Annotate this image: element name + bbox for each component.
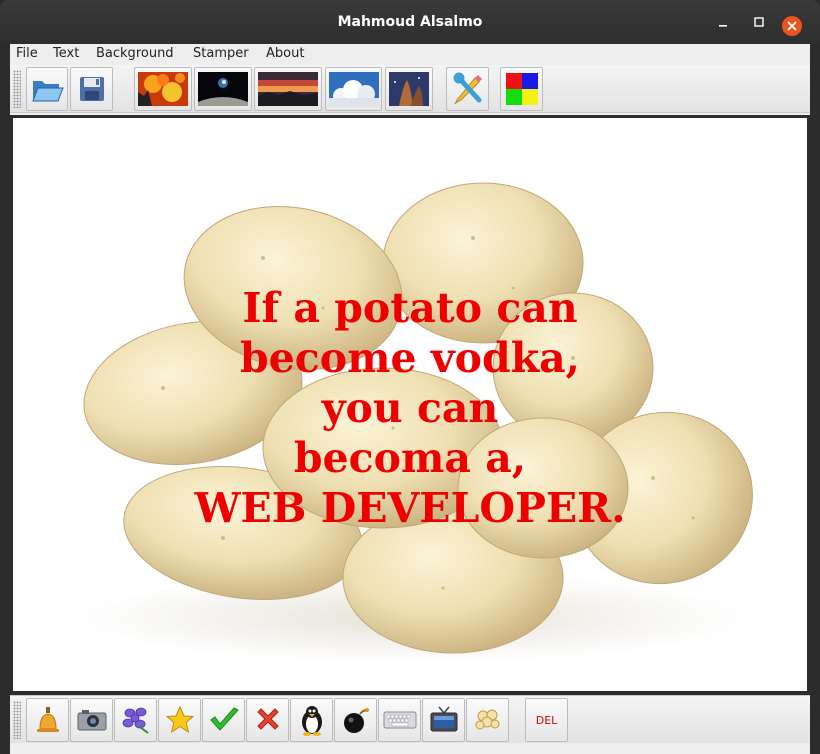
quote-line-1: If a potato can (242, 284, 578, 332)
save-button[interactable] (70, 67, 113, 111)
stamp-penguin-button[interactable] (290, 698, 333, 742)
color-palette-button[interactable] (500, 67, 543, 111)
title-bar[interactable]: Mahmoud Alsalmo (0, 0, 820, 44)
bomb-icon (343, 708, 369, 733)
stamp-tv-button[interactable] (422, 698, 465, 742)
window-title: Mahmoud Alsalmo (337, 14, 483, 30)
app-content: File Text Background Stamper About If a … (10, 44, 810, 754)
background-earthrise-button[interactable] (194, 67, 252, 111)
star-icon (165, 705, 194, 734)
stamp-star-button[interactable] (158, 698, 201, 742)
toolbar-grip[interactable] (13, 70, 21, 108)
background-fire-button[interactable] (134, 67, 192, 111)
quote-line-4: becoma a, (293, 434, 527, 482)
camera-icon (77, 710, 106, 731)
tv-icon (430, 706, 457, 732)
close-button[interactable] (782, 16, 802, 36)
edit-tools-icon (453, 72, 482, 105)
background-nebula-button[interactable] (385, 67, 433, 111)
maximize-button[interactable] (750, 13, 768, 31)
quote-line-2: become vodka, (240, 334, 580, 382)
checkmark-icon (209, 707, 239, 731)
background-sunset-button[interactable] (254, 67, 322, 111)
penguin-icon (301, 706, 322, 736)
menu-text[interactable]: Text (53, 46, 79, 61)
canvas-quote-text[interactable]: If a potato can become vodka, you can be… (13, 283, 807, 533)
open-button[interactable] (26, 67, 68, 111)
stamp-toolbar-grip[interactable] (13, 701, 21, 739)
menu-about[interactable]: About (266, 46, 304, 61)
drawing-canvas-frame: If a potato can become vodka, you can be… (10, 115, 810, 695)
app-window: Mahmoud Alsalmo File Text Background Sta… (0, 0, 820, 754)
x-mark-icon (256, 708, 279, 730)
background-clouds-icon (328, 72, 379, 106)
background-clouds-button[interactable] (325, 67, 382, 111)
background-sunset-icon (258, 72, 318, 106)
save-disk-icon (79, 77, 104, 101)
minimize-button[interactable] (714, 13, 732, 31)
quote-line-5: WEB DEVELOPER. (194, 484, 626, 532)
popcorn-icon (475, 709, 499, 730)
background-fire-icon (138, 72, 188, 106)
quote-line-3: you can (321, 384, 499, 432)
color-palette-icon (505, 73, 538, 105)
stamp-camera-button[interactable] (70, 698, 113, 742)
stamp-bomb-button[interactable] (334, 698, 377, 742)
stamp-popcorn-button[interactable] (466, 698, 509, 742)
stamp-x-mark-button[interactable] (246, 698, 289, 742)
maximize-icon (754, 17, 764, 27)
stamp-toolbar: DEL (10, 695, 810, 743)
stamp-checkmark-button[interactable] (202, 698, 245, 742)
open-folder-icon (32, 81, 64, 102)
menu-file[interactable]: File (16, 46, 38, 61)
background-earthrise-icon (198, 72, 248, 106)
background-nebula-icon (389, 72, 429, 106)
menu-bar: File Text Background Stamper About (10, 44, 810, 64)
stamp-keyboard-button[interactable] (378, 698, 421, 742)
menu-background[interactable]: Background (96, 46, 174, 61)
delete-label: DEL (535, 713, 558, 727)
stamp-flower-button[interactable] (114, 698, 157, 742)
delete-stamp-button[interactable]: DEL (525, 698, 568, 742)
menu-stamper[interactable]: Stamper (193, 46, 249, 61)
close-icon (787, 21, 797, 31)
bell-icon (36, 707, 59, 732)
edit-tools-button[interactable] (446, 67, 489, 111)
keyboard-icon (383, 711, 416, 729)
drawing-canvas[interactable]: If a potato can become vodka, you can be… (13, 118, 807, 691)
flower-icon (122, 707, 149, 734)
minimize-icon (719, 25, 727, 27)
main-toolbar (10, 65, 810, 113)
stamp-bell-button[interactable] (26, 698, 69, 742)
